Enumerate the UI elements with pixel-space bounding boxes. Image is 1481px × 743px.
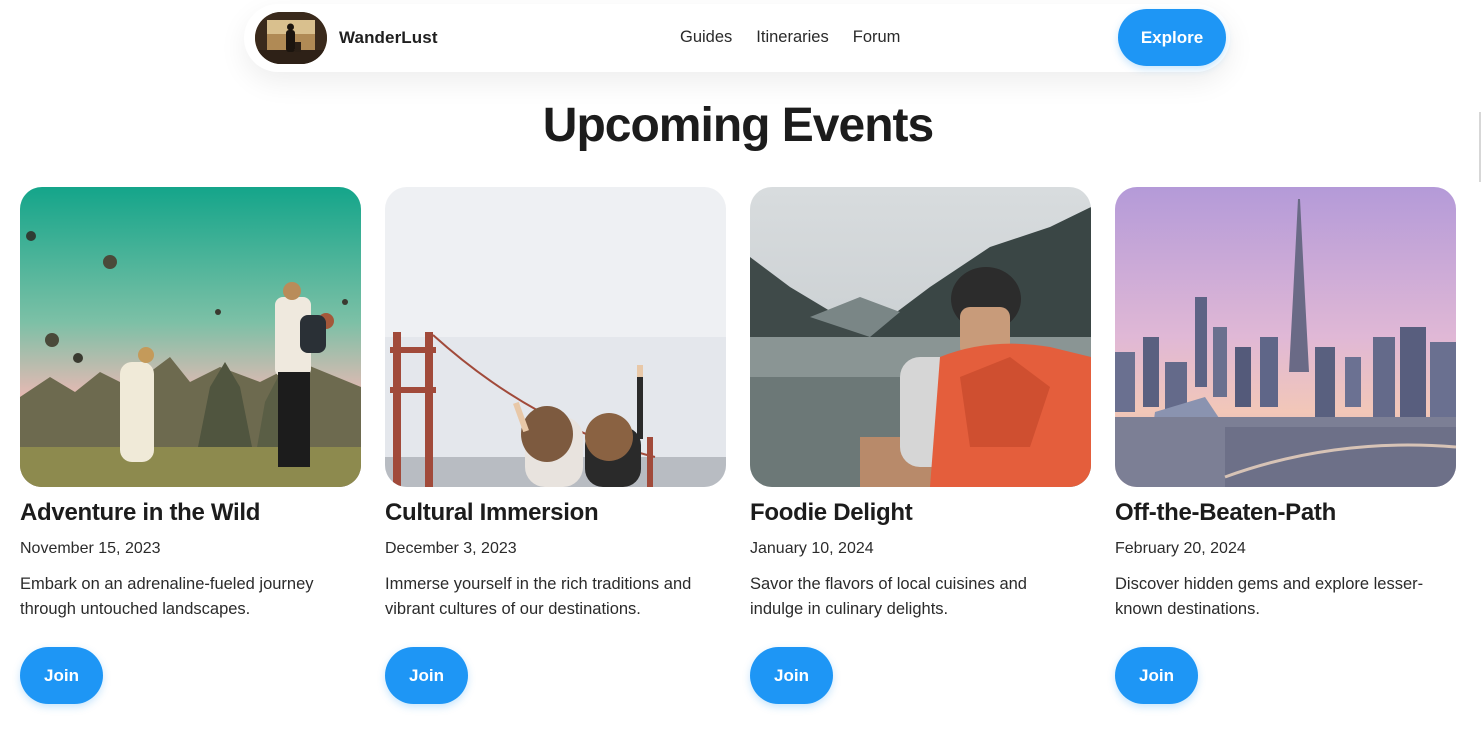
event-image-hot-air-balloons: [20, 187, 361, 487]
event-description: Embark on an adrenaline-fueled journey t…: [20, 575, 314, 618]
event-title: Off-the-Beaten-Path: [1115, 499, 1336, 526]
event-date: January 10, 2024: [750, 540, 874, 557]
nav-link-itineraries[interactable]: Itineraries: [756, 28, 828, 47]
brand-logo-image[interactable]: [255, 12, 327, 64]
join-button[interactable]: Join: [385, 647, 468, 704]
event-title: Cultural Immersion: [385, 499, 599, 526]
event-date: December 3, 2023: [385, 540, 517, 557]
event-card-offbeat: Off-the-Beaten-Path February 20, 2024 Di…: [1115, 187, 1456, 704]
join-button[interactable]: Join: [20, 647, 103, 704]
join-button[interactable]: Join: [1115, 647, 1198, 704]
brand-name[interactable]: WanderLust: [339, 28, 438, 48]
explore-button[interactable]: Explore: [1118, 9, 1226, 66]
brand-logo-group[interactable]: WanderLust: [255, 12, 438, 64]
event-title: Foodie Delight: [750, 499, 913, 526]
event-image-city-skyline: [1115, 187, 1456, 487]
top-navbar: WanderLust Guides Itineraries Forum Expl…: [244, 4, 1230, 72]
event-description: Immerse yourself in the rich traditions …: [385, 575, 692, 618]
event-image-golden-gate: [385, 187, 726, 487]
nav-link-forum[interactable]: Forum: [853, 28, 901, 47]
event-card-cultural: Cultural Immersion December 3, 2023 Imme…: [385, 187, 726, 704]
event-card-foodie: Foodie Delight January 10, 2024 Savor th…: [750, 187, 1091, 704]
page-title: Upcoming Events: [542, 99, 934, 152]
event-description: Savor the flavors of local cuisines and …: [750, 575, 1027, 618]
nav-links: Guides Itineraries Forum: [680, 28, 900, 47]
join-button[interactable]: Join: [750, 647, 833, 704]
event-description: Discover hidden gems and explore lesser-…: [1115, 575, 1424, 618]
event-image-lake-backpacker: [750, 187, 1091, 487]
event-date: February 20, 2024: [1115, 540, 1246, 557]
event-date: November 15, 2023: [20, 540, 161, 557]
nav-link-guides[interactable]: Guides: [680, 28, 732, 47]
event-card-adventure: Adventure in the Wild November 15, 2023 …: [20, 187, 361, 704]
event-title: Adventure in the Wild: [20, 499, 261, 526]
